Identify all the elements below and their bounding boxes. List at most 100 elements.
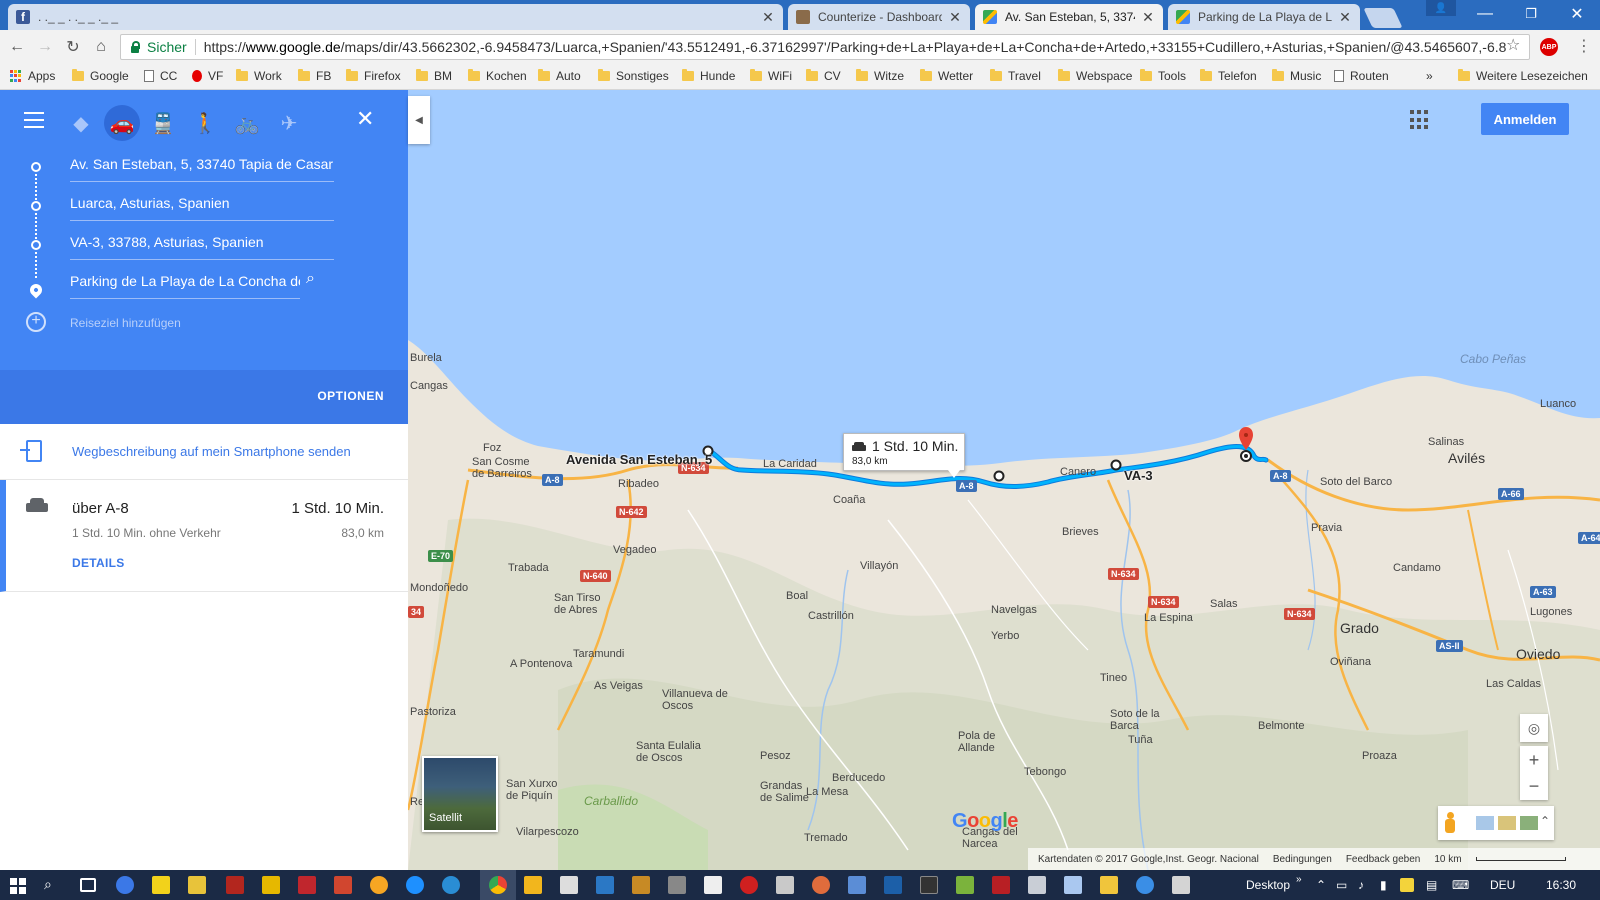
bookmark-music[interactable]: Music <box>1272 69 1321 83</box>
bookmark-wetter[interactable]: Wetter <box>920 69 973 83</box>
zoom-in-icon[interactable]: + <box>1529 747 1540 773</box>
battery-icon[interactable]: ▭ <box>1336 878 1347 892</box>
waypoint-input-2[interactable]: Luarca, Asturias, Spanien <box>70 195 334 221</box>
add-destination-field[interactable]: Reiseziel hinzufügen <box>70 316 181 330</box>
home-icon[interactable]: ⌂ <box>90 36 112 58</box>
app-icon[interactable] <box>334 876 352 894</box>
bookmark-fb[interactable]: FB <box>298 69 331 83</box>
adblock-icon[interactable]: ABP <box>1540 38 1558 56</box>
new-tab-button[interactable] <box>1363 8 1403 28</box>
bookmark-vf[interactable]: VF <box>192 69 223 83</box>
my-location-icon[interactable]: ◎ <box>1520 714 1548 742</box>
explorer-icon[interactable] <box>1100 876 1118 894</box>
close-tab-icon[interactable]: ✕ <box>948 9 962 26</box>
waypoint-input-3[interactable]: VA-3, 33788, Asturias, Spanien <box>70 234 334 260</box>
add-destination-icon[interactable]: + <box>26 312 46 332</box>
bookmark-travel[interactable]: Travel <box>990 69 1041 83</box>
bookmarks-overflow[interactable]: » <box>1426 69 1433 83</box>
edge-icon[interactable] <box>406 876 424 894</box>
app-icon[interactable] <box>884 876 902 894</box>
waypoint-input-1[interactable]: Av. San Esteban, 5, 33740 Tapia de Casar… <box>70 156 334 182</box>
layer-thumb-icon[interactable] <box>1498 816 1516 830</box>
bookmark-firefox[interactable]: Firefox <box>346 69 401 83</box>
driving-mode-icon[interactable]: 🚗 <box>104 105 140 141</box>
waypoint-input-4[interactable]: Parking de La Playa de La Concha de Arte… <box>70 273 300 299</box>
route-info-callout[interactable]: 1 Std. 10 Min. 83,0 km <box>843 433 965 478</box>
close-directions-icon[interactable]: ✕ <box>356 106 374 132</box>
toolbar-overflow-icon[interactable]: » <box>1296 874 1302 885</box>
options-button[interactable]: OPTIONEN <box>317 389 384 403</box>
expand-up-icon[interactable]: ⌃ <box>1540 814 1550 828</box>
bookmark-work[interactable]: Work <box>236 69 282 83</box>
signin-button[interactable]: Anmelden <box>1481 103 1569 135</box>
bookmark-witze[interactable]: Witze <box>856 69 904 83</box>
calculator-icon[interactable] <box>560 876 578 894</box>
app-icon[interactable] <box>920 876 938 894</box>
acrobat-icon[interactable] <box>226 876 244 894</box>
tab-maps-active[interactable]: Av. San Esteban, 5, 33740 ✕ <box>975 4 1163 30</box>
app-icon[interactable] <box>632 876 650 894</box>
zoom-out-icon[interactable]: − <box>1529 773 1540 799</box>
language-indicator[interactable]: DEU <box>1490 878 1515 892</box>
app-icon[interactable] <box>956 876 974 894</box>
internet-explorer-icon[interactable] <box>442 876 460 894</box>
route-details-button[interactable]: DETAILS <box>72 556 125 570</box>
app-icon[interactable] <box>116 876 134 894</box>
close-tab-icon[interactable]: ✕ <box>1338 9 1352 26</box>
network-icon[interactable]: ▮ <box>1380 878 1387 892</box>
bookmark-kochen[interactable]: Kochen <box>468 69 527 83</box>
cycling-mode-icon[interactable]: 🚲 <box>232 108 262 138</box>
file-manager-icon[interactable] <box>188 876 206 894</box>
bookmark-cv[interactable]: CV <box>806 69 841 83</box>
reload-icon[interactable]: ↻ <box>62 36 84 58</box>
chrome-icon[interactable] <box>489 876 507 894</box>
speaker-icon[interactable]: ♪ <box>1358 878 1364 892</box>
clock[interactable]: 16:30 <box>1546 878 1576 892</box>
search-icon[interactable]: ⌕ <box>306 270 315 288</box>
keyboard-icon[interactable]: ⌨ <box>1452 878 1469 892</box>
satellite-toggle[interactable]: Satellit <box>422 756 498 832</box>
search-icon[interactable]: ⌕ <box>44 876 62 894</box>
app-icon[interactable] <box>776 876 794 894</box>
more-menu-icon[interactable]: ⋮ <box>1576 36 1592 56</box>
app-icon[interactable] <box>1136 876 1154 894</box>
sticky-notes-icon[interactable] <box>152 876 170 894</box>
map-canvas[interactable]: Cabo Peñas Burela Cangas Foz San Cosme d… <box>408 90 1600 870</box>
flight-mode-icon[interactable]: ✈ <box>274 108 304 138</box>
task-view-icon[interactable] <box>80 878 96 892</box>
restore-icon[interactable]: ❐ <box>1508 0 1554 28</box>
bookmark-hunde[interactable]: Hunde <box>682 69 735 83</box>
best-route-icon[interactable]: ◆ <box>66 108 96 138</box>
back-icon[interactable]: ← <box>6 36 28 58</box>
bookmark-other[interactable]: Weitere Lesezeichen <box>1458 69 1588 83</box>
app-icon[interactable] <box>740 876 758 894</box>
bookmark-bm[interactable]: BM <box>416 69 452 83</box>
bookmark-telefon[interactable]: Telefon <box>1200 69 1257 83</box>
notification-icon[interactable]: ▤ <box>1426 878 1437 892</box>
bookmark-apps[interactable]: Apps <box>10 69 55 83</box>
bookmark-sonstiges[interactable]: Sonstiges <box>598 69 669 83</box>
bookmark-routen[interactable]: Routen <box>1334 69 1389 83</box>
app-icon[interactable] <box>1172 876 1190 894</box>
tab-facebook[interactable]: f . ._ _ . ._ _ ._ _ ✕ <box>8 4 783 30</box>
pegman-icon[interactable] <box>1444 812 1456 834</box>
app-icon[interactable] <box>812 876 830 894</box>
app-icon[interactable] <box>262 876 280 894</box>
layer-thumb-icon[interactable] <box>1520 816 1538 830</box>
collapse-panel-button[interactable]: ◀ <box>408 96 430 144</box>
camera-icon[interactable] <box>704 876 722 894</box>
tab-counterize[interactable]: Counterize - Dashboard ✕ <box>788 4 970 30</box>
transit-mode-icon[interactable]: 🚆 <box>148 108 178 138</box>
app-icon[interactable] <box>992 876 1010 894</box>
notepad-icon[interactable] <box>1064 876 1082 894</box>
bookmark-auto[interactable]: Auto <box>538 69 581 83</box>
scale-label[interactable]: 10 km <box>1434 854 1461 865</box>
app-icon[interactable] <box>596 876 614 894</box>
app-tray-icon[interactable] <box>1400 878 1414 892</box>
google-apps-icon[interactable] <box>1410 110 1430 130</box>
tab-maps-parking[interactable]: Parking de La Playa de La ✕ <box>1168 4 1360 30</box>
app-icon[interactable] <box>1028 876 1046 894</box>
virtualbox-icon[interactable] <box>848 876 866 894</box>
tray-chevron-icon[interactable]: ⌃ <box>1316 878 1326 892</box>
bookmark-tools[interactable]: Tools <box>1140 69 1186 83</box>
